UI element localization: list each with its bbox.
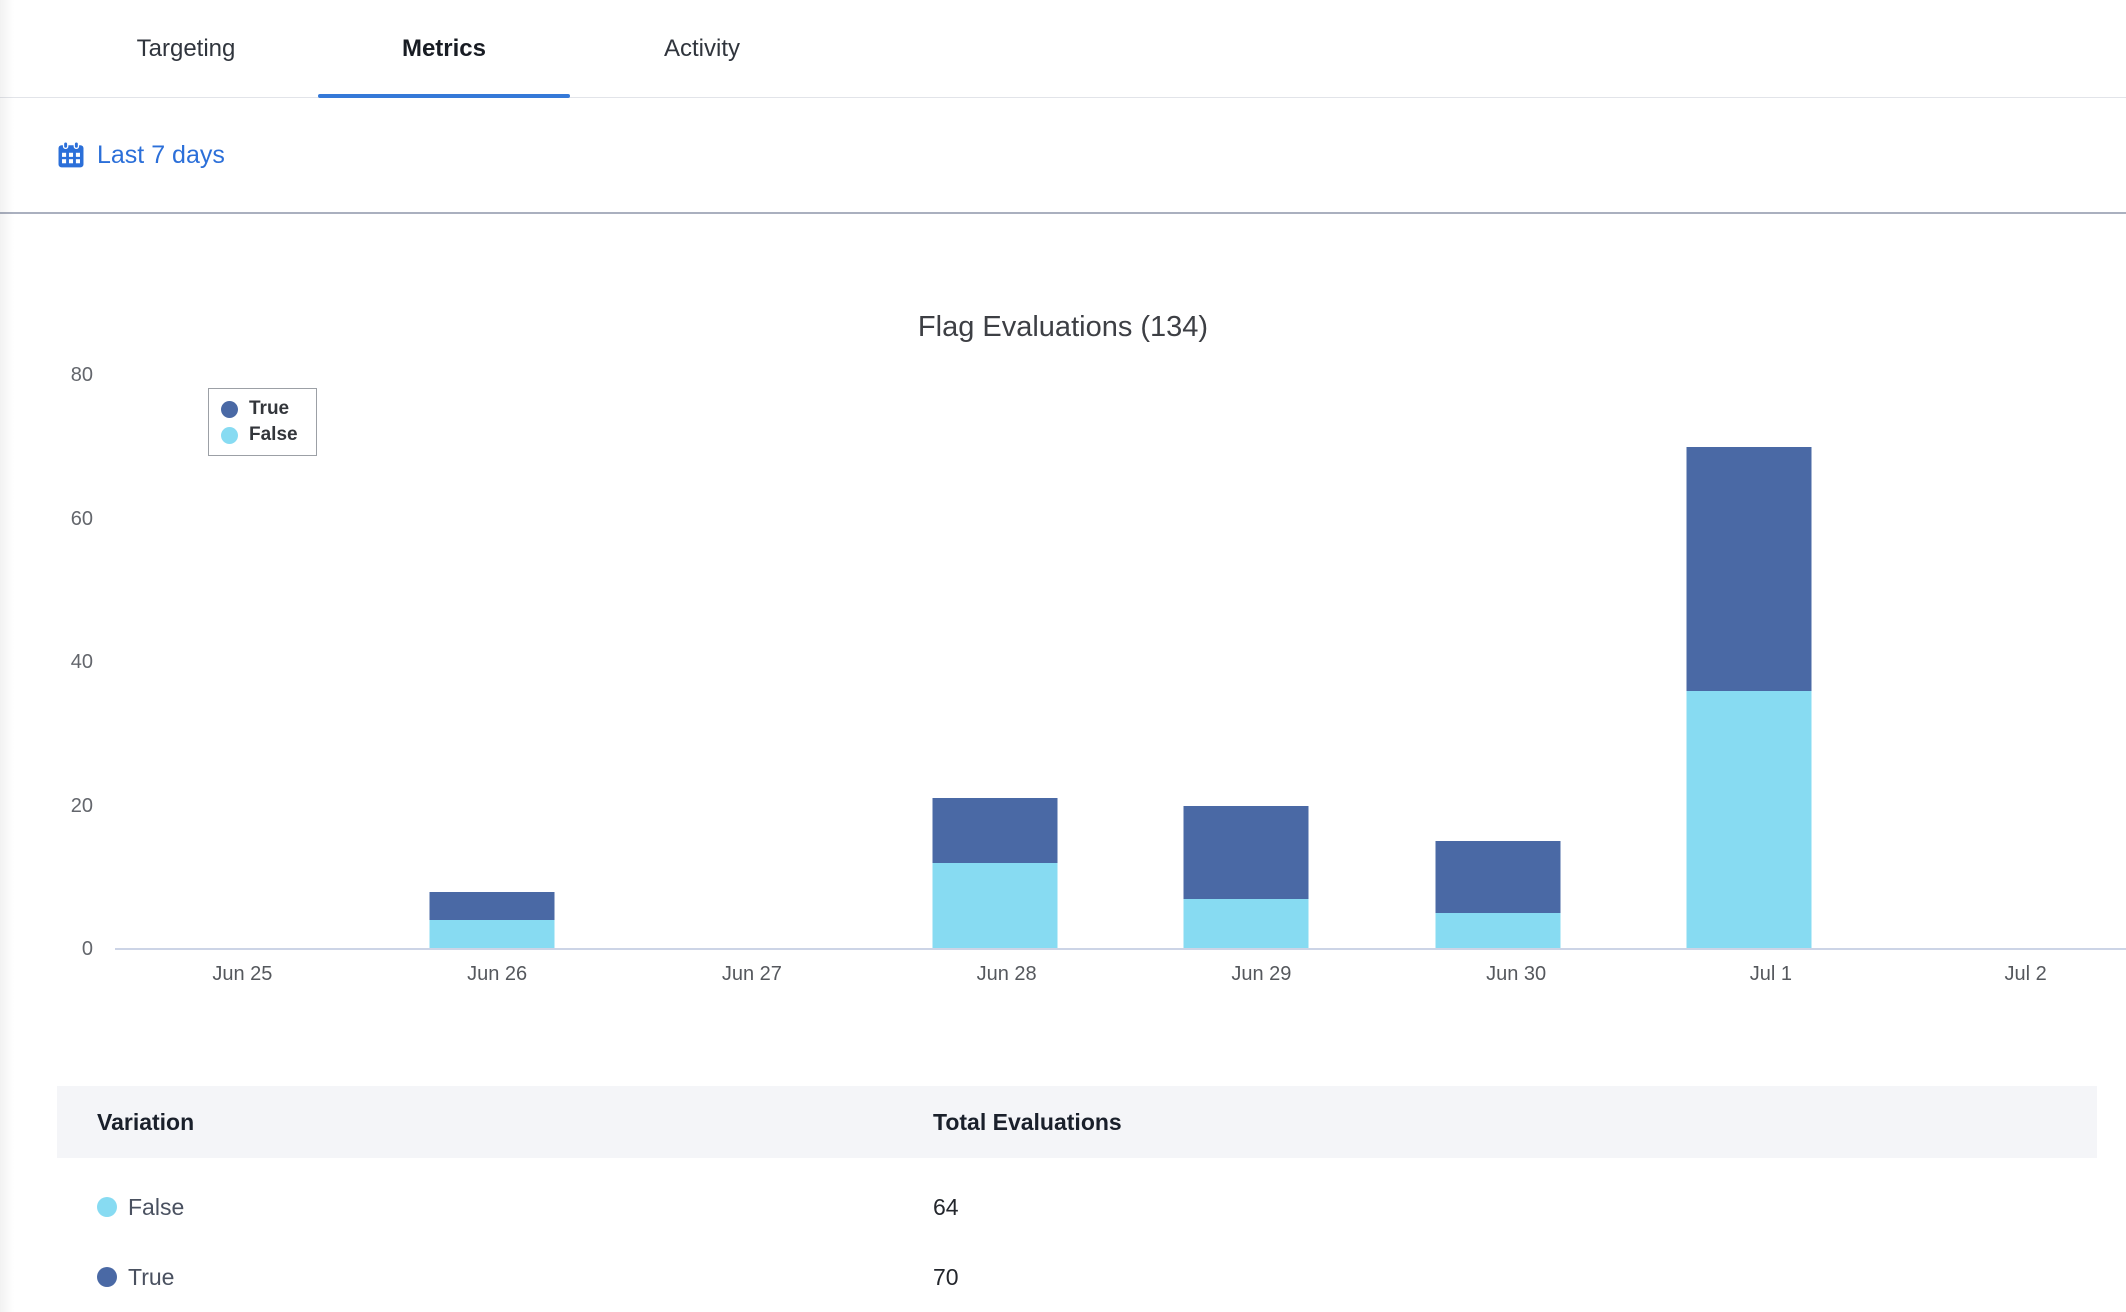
tab-activity-label: Activity <box>664 35 740 63</box>
y-tick-label: 40 <box>71 650 93 674</box>
y-tick-label: 20 <box>71 794 93 818</box>
bars-area <box>115 375 2126 949</box>
false-series-swatch <box>221 427 238 444</box>
bar-column-jun-26 <box>366 375 617 949</box>
chart-title: Flag Evaluations (134) <box>0 309 2126 345</box>
x-axis-line <box>115 948 2126 950</box>
tab-targeting[interactable]: Targeting <box>60 0 312 97</box>
tab-metrics[interactable]: Metrics <box>318 0 570 97</box>
chart-legend: True False <box>208 388 317 456</box>
x-tick-label: Jun 26 <box>370 961 625 987</box>
stacked-bar[interactable] <box>430 892 555 949</box>
x-tick-label: Jun 29 <box>1134 961 1389 987</box>
x-tick-label: Jun 30 <box>1389 961 1644 987</box>
variation-label: False <box>128 1194 184 1221</box>
legend-true-label: True <box>249 396 289 422</box>
total-evaluations-value: 64 <box>933 1194 2097 1221</box>
tab-targeting-label: Targeting <box>137 35 236 63</box>
date-range-button[interactable]: Last 7 days <box>57 141 225 170</box>
true-variation-swatch <box>97 1267 117 1287</box>
stacked-bar[interactable] <box>1435 841 1560 949</box>
x-tick-label: Jul 2 <box>1898 961 2126 987</box>
bar-column-jul-1 <box>1623 375 1874 949</box>
plot-area: True False <box>115 375 2126 949</box>
bar-segment-true[interactable] <box>1184 806 1309 899</box>
variations-table: Variation Total Evaluations False 64 Tru… <box>57 1086 2097 1312</box>
bar-column-jun-27 <box>618 375 869 949</box>
filter-bar: Last 7 days <box>0 98 2126 214</box>
true-series-swatch <box>221 401 238 418</box>
calendar-icon <box>57 141 85 169</box>
flag-detail-page: Targeting Metrics Activity <box>0 0 2126 1312</box>
bar-column-jul-2 <box>1875 375 2126 949</box>
bar-column-jun-25 <box>115 375 366 949</box>
legend-entry-false: False <box>221 422 298 448</box>
tab-metrics-label: Metrics <box>402 35 486 63</box>
bar-segment-true[interactable] <box>1435 841 1560 913</box>
stacked-bar[interactable] <box>1184 806 1309 949</box>
y-tick-label: 0 <box>82 937 93 961</box>
date-range-label: Last 7 days <box>97 141 225 170</box>
x-tick-label: Jun 28 <box>879 961 1134 987</box>
metrics-chart-section: Flag Evaluations (134) 0 20 40 60 80 True Fa… <box>0 214 2126 987</box>
bar-column-jun-28 <box>869 375 1120 949</box>
flag-evaluations-chart: 020406080 True False <box>0 375 2126 949</box>
bar-segment-true[interactable] <box>430 892 555 921</box>
table-row: True 70 <box>57 1242 2097 1312</box>
x-axis-labels: Jun 25Jun 26Jun 27Jun 28Jun 29Jun 30Jul … <box>115 961 2126 987</box>
x-tick-label: Jun 27 <box>625 961 880 987</box>
bar-segment-false[interactable] <box>1435 913 1560 949</box>
table-row: False 64 <box>57 1172 2097 1242</box>
y-tick-label: 80 <box>71 363 93 387</box>
y-axis: 020406080 <box>0 375 115 949</box>
table-header-row: Variation Total Evaluations <box>57 1086 2097 1158</box>
total-evaluations-value: 70 <box>933 1264 2097 1291</box>
bar-column-jun-29 <box>1121 375 1372 949</box>
bar-segment-true[interactable] <box>932 798 1057 863</box>
bar-segment-false[interactable] <box>430 920 555 949</box>
x-tick-label: Jun 25 <box>115 961 370 987</box>
stacked-bar[interactable] <box>1686 447 1811 949</box>
tab-bar: Targeting Metrics Activity <box>0 0 2126 98</box>
bar-segment-false[interactable] <box>1686 691 1811 949</box>
column-header-variation: Variation <box>57 1109 933 1136</box>
x-tick-label: Jul 1 <box>1644 961 1899 987</box>
bar-segment-false[interactable] <box>932 863 1057 949</box>
legend-false-label: False <box>249 422 298 448</box>
stacked-bar[interactable] <box>932 798 1057 949</box>
false-variation-swatch <box>97 1197 117 1217</box>
y-tick-label: 60 <box>71 507 93 531</box>
variation-label: True <box>128 1264 174 1291</box>
bar-column-jun-30 <box>1372 375 1623 949</box>
column-header-total-evaluations: Total Evaluations <box>933 1109 2097 1136</box>
bar-segment-false[interactable] <box>1184 899 1309 949</box>
tab-activity[interactable]: Activity <box>576 0 828 97</box>
bar-segment-true[interactable] <box>1686 447 1811 691</box>
legend-entry-true: True <box>221 396 298 422</box>
